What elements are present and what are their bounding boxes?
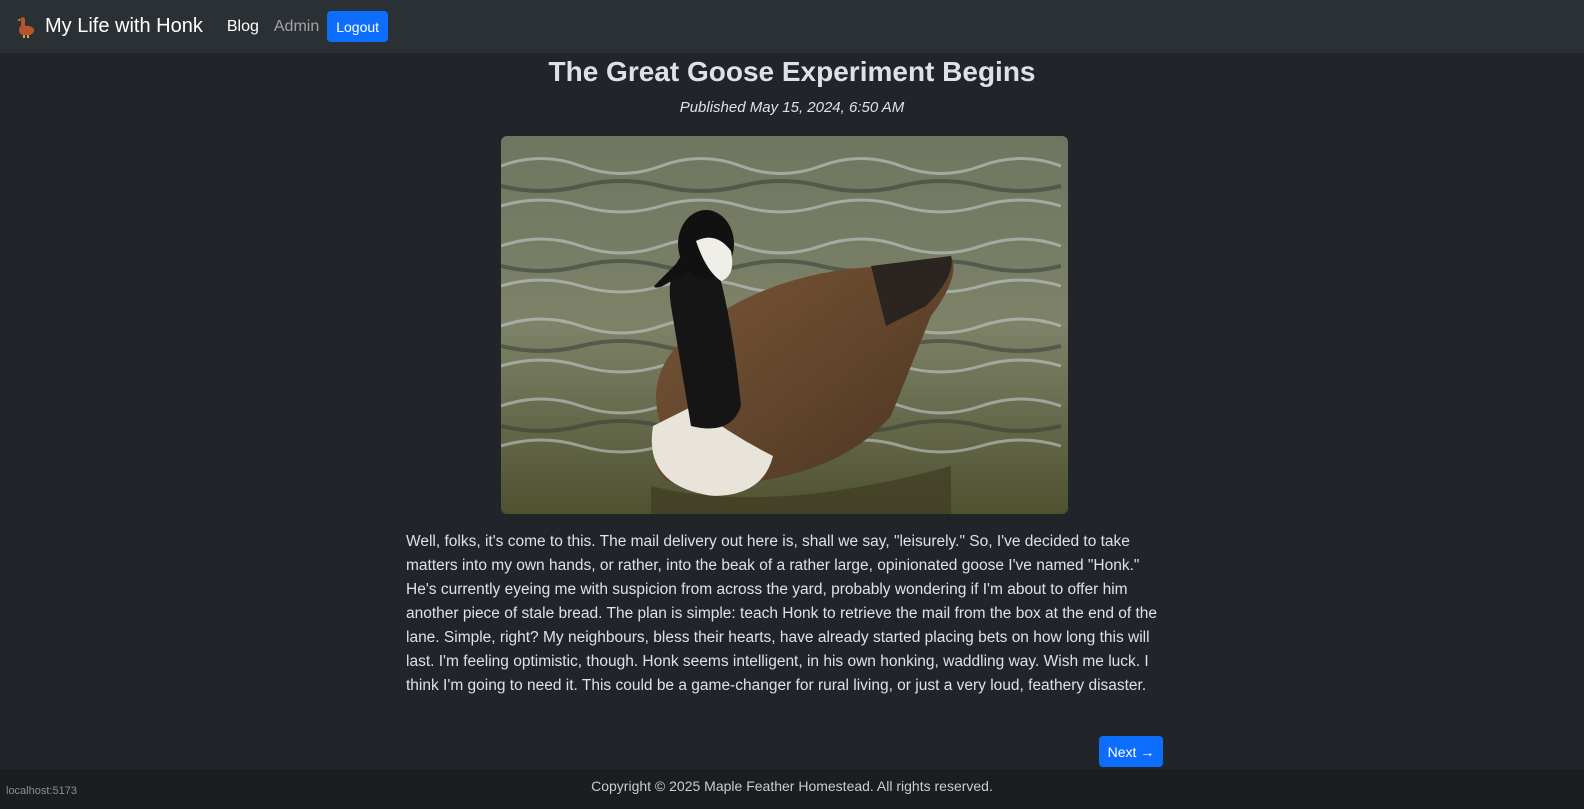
status-url: localhost:5173 [6,785,77,797]
nav-admin[interactable]: Admin [274,18,319,36]
post-image [501,136,1068,514]
goose-photo [501,136,1068,514]
post-title: The Great Goose Experiment Begins [548,56,1036,87]
published-date: Published May 15, 2024, 6:50 AM [679,99,905,116]
navbar: My Life with Honk Blog Admin Logout [0,0,1584,53]
nav-blog[interactable]: Blog [227,18,259,36]
brand-title: My Life with Honk [45,15,203,37]
logout-button[interactable]: Logout [327,11,389,42]
goose-icon [17,16,35,38]
next-button[interactable]: Next → [1099,736,1163,767]
post-body: Well, folks, it's come to this. The mail… [406,533,1158,694]
footer: Copyright © 2025 Maple Feather Homestead… [0,769,1584,809]
brand-link[interactable]: My Life with Honk [15,15,203,39]
